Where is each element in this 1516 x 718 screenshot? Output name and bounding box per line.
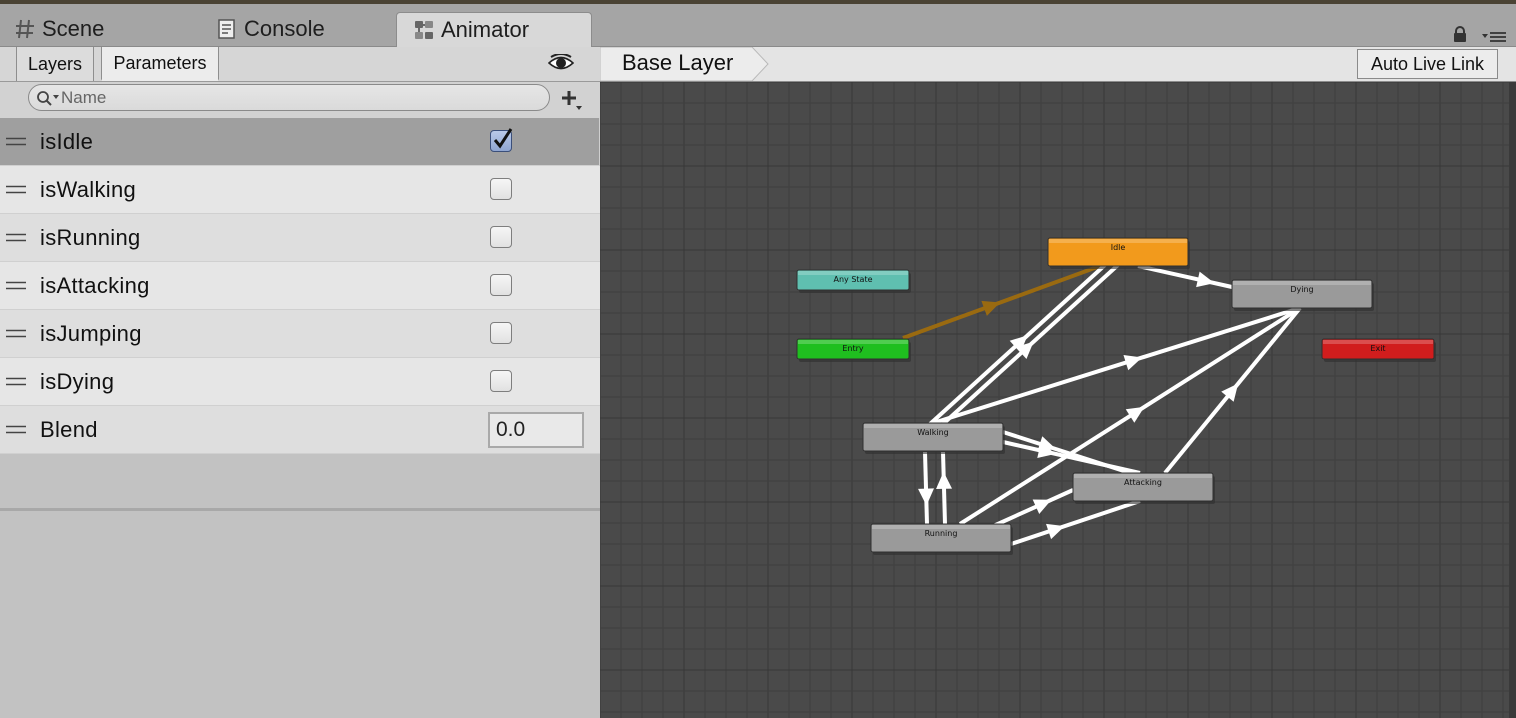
transition-line[interactable] [902, 264, 1101, 340]
search-icon[interactable] [35, 89, 61, 107]
graph-toolbar: Base Layer Auto Live Link [600, 47, 1516, 82]
parameter-checkbox[interactable] [490, 322, 512, 344]
parameter-row-isidle[interactable]: isIdle [0, 118, 600, 166]
parameter-row-blend[interactable]: Blend 0.0 [0, 406, 600, 454]
tab-scene-label: Scene [42, 16, 105, 41]
tab-console[interactable]: Console [216, 12, 325, 46]
animator-graph-area: Base Layer Auto Live Link Idle Any State E… [600, 47, 1516, 718]
node-label: Walking [917, 428, 949, 437]
parameter-checkbox[interactable] [490, 178, 512, 200]
breadcrumb-layer-label: Base Layer [622, 50, 734, 75]
transition-arrow-icon [1125, 406, 1145, 423]
tab-parameters[interactable]: Parameters [101, 47, 219, 81]
console-icon [218, 19, 235, 39]
parameter-row-iswalking[interactable]: isWalking [0, 166, 600, 214]
drag-handle-icon[interactable] [6, 377, 26, 386]
tab-animator[interactable]: Animator [396, 12, 592, 47]
node-label: Entry [842, 344, 864, 353]
search-input[interactable] [61, 87, 531, 108]
transition-arrow-icon [1046, 523, 1065, 540]
lock-icon[interactable] [1452, 26, 1468, 42]
state-node-entry[interactable]: Entry [796, 338, 911, 362]
checkmark-icon [493, 128, 513, 149]
transition-arrow-icon [1123, 354, 1143, 371]
state-node-idle[interactable]: Idle [1047, 237, 1190, 269]
parameter-search-row [0, 82, 600, 118]
drag-handle-icon[interactable] [6, 233, 26, 242]
drag-handle-icon[interactable] [6, 281, 26, 290]
plus-dropdown-icon[interactable] [560, 88, 584, 112]
node-label: Attacking [1124, 478, 1162, 487]
animator-icon [415, 21, 433, 39]
state-machine-graph[interactable]: Idle Any State Entry Dying Exit Walking Attack… [600, 82, 1516, 718]
auto-live-link-button[interactable]: Auto Live Link [1357, 49, 1498, 79]
parameter-checkbox[interactable] [490, 128, 513, 152]
node-label: Exit [1370, 344, 1385, 353]
eye-icon[interactable] [548, 54, 574, 72]
tab-layers-label: Layers [27, 53, 83, 74]
parameter-name: isRunning [40, 224, 141, 250]
transition-line[interactable] [1137, 264, 1233, 289]
transition-line[interactable] [929, 306, 1301, 426]
parameter-name: isDying [40, 368, 115, 394]
state-node-walking[interactable]: Walking [862, 422, 1005, 454]
node-label: Idle [1111, 243, 1126, 252]
node-label: Running [925, 529, 958, 538]
parameter-float-field[interactable]: 0.0 [488, 412, 584, 448]
hash-icon [16, 19, 34, 39]
drag-handle-icon[interactable] [6, 329, 26, 338]
state-node-exit[interactable]: Exit [1321, 338, 1436, 362]
state-node-dying[interactable]: Dying [1231, 279, 1374, 311]
tab-animator-label: Animator [441, 17, 530, 42]
parameter-name: Blend [40, 416, 98, 442]
transition-arrow-icon [1032, 499, 1052, 515]
parameter-row-isdying[interactable]: isDying [0, 358, 600, 406]
search-field[interactable] [28, 84, 550, 111]
parameters-panel: Layers Parameters isIdle [0, 47, 600, 718]
parameter-list: isIdle isWalking isRunning isAttacking i… [0, 118, 600, 454]
menu-icon[interactable] [1482, 30, 1506, 44]
parameter-checkbox[interactable] [490, 226, 512, 248]
parameter-name: isWalking [40, 176, 137, 202]
drag-handle-icon[interactable] [6, 137, 26, 146]
tab-parameters-label: Parameters [113, 52, 207, 73]
tab-layers[interactable]: Layers [16, 47, 94, 81]
parameter-name: isAttacking [40, 272, 150, 298]
window-tab-bar: Scene Console Animator [0, 4, 1516, 47]
state-node-attacking[interactable]: Attacking [1072, 472, 1215, 504]
state-node-any-state[interactable]: Any State [796, 269, 911, 293]
parameter-checkbox[interactable] [490, 274, 512, 296]
transition-line[interactable] [1002, 430, 1131, 475]
transition-arrow-icon [918, 488, 935, 506]
parameter-name: isJumping [40, 320, 142, 346]
state-node-running[interactable]: Running [870, 523, 1013, 555]
parameter-checkbox[interactable] [490, 370, 512, 392]
panel-tab-bar: Layers Parameters [0, 47, 600, 82]
node-label: Dying [1290, 285, 1313, 294]
parameter-name: isIdle [40, 128, 94, 154]
auto-live-link-label: Auto Live Link [1370, 53, 1485, 74]
graph-right-border [1509, 82, 1516, 718]
tab-console-label: Console [244, 16, 325, 41]
parameter-row-isjumping[interactable]: isJumping [0, 310, 600, 358]
drag-handle-icon[interactable] [6, 185, 26, 194]
tab-scene[interactable]: Scene [14, 12, 104, 46]
drag-handle-icon[interactable] [6, 425, 26, 434]
graph-grid [600, 82, 1516, 718]
node-label: Any State [834, 275, 873, 284]
transition-arrow-icon [936, 471, 953, 490]
parameter-row-isattacking[interactable]: isAttacking [0, 262, 600, 310]
list-divider [0, 508, 600, 511]
parameter-row-isrunning[interactable]: isRunning [0, 214, 600, 262]
transition-line[interactable] [923, 451, 929, 525]
